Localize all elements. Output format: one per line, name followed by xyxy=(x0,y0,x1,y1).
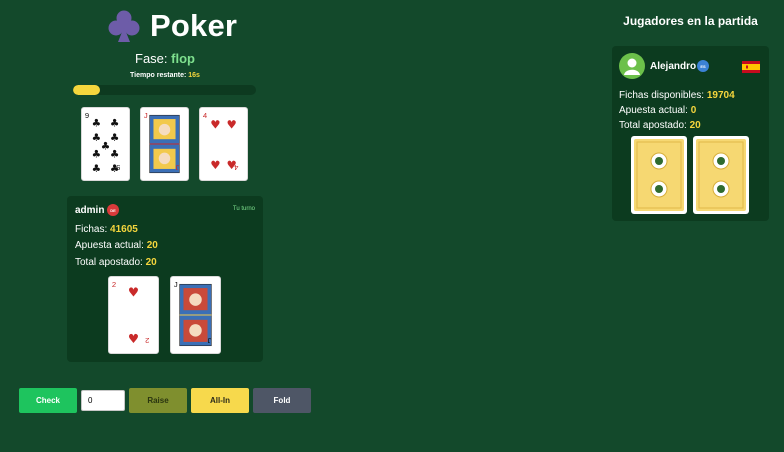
app-logo: Poker xyxy=(108,8,237,44)
svg-text:♣: ♣ xyxy=(110,118,119,130)
opponent-card-back-1 xyxy=(631,136,687,214)
svg-text:♣: ♣ xyxy=(110,148,119,160)
svg-text:♥: ♥ xyxy=(128,285,139,300)
phase-label: Fase: xyxy=(135,51,168,66)
svg-text:2: 2 xyxy=(145,336,149,345)
phase-value: flop xyxy=(171,51,195,66)
opponent-current-bet-value: 0 xyxy=(690,105,697,116)
timer-indicator: Tiempo restante: 16s xyxy=(0,72,330,79)
svg-text:♣: ♣ xyxy=(92,148,101,160)
opponent-current-bet-label: Apuesta actual: xyxy=(619,105,688,116)
phase-indicator: Fase: flop xyxy=(0,51,330,66)
opponent-name: Alejandro xyxy=(650,61,697,72)
player-current-bet-value: 20 xyxy=(146,240,158,251)
opponent-country-badge: ES xyxy=(697,60,709,72)
hand-card-two-hearts: 2 2 ♥ ♥ xyxy=(108,276,159,354)
club-icon xyxy=(108,10,140,42)
player-panel: admin DE Tu turno Fichas: 41605 Apuesta … xyxy=(67,196,263,362)
player-name: admin xyxy=(75,205,105,216)
raise-button[interactable]: Raise xyxy=(129,388,187,413)
svg-text:♥: ♥ xyxy=(210,118,220,132)
two-of-hearts-card: 2 2 ♥ ♥ xyxy=(112,280,149,346)
timer-progress-bar xyxy=(73,85,256,95)
player-chips: Fichas: 41605 xyxy=(75,224,138,235)
player-country-badge: DE xyxy=(107,204,119,216)
svg-text:♣: ♣ xyxy=(92,163,101,175)
allin-button[interactable]: All-In xyxy=(191,388,249,413)
board-card-four-hearts: 4 4 ♥ ♥ ♥ ♥ xyxy=(199,107,248,181)
bet-amount-input[interactable] xyxy=(81,390,125,411)
player-chips-label: Fichas: xyxy=(75,224,108,235)
check-button[interactable]: Check xyxy=(19,388,77,413)
svg-text:♥: ♥ xyxy=(210,158,220,172)
player-total-bet: Total apostado: 20 xyxy=(75,257,157,268)
svg-text:♣: ♣ xyxy=(101,141,110,153)
card-back-pattern xyxy=(634,139,684,211)
card-back-pattern xyxy=(696,139,746,211)
timer-progress-fill xyxy=(73,85,101,95)
app-title: Poker xyxy=(150,8,238,43)
jack-of-clubs-card: J J xyxy=(174,280,212,347)
avatar-icon xyxy=(619,53,645,79)
player-current-bet: Apuesta actual: 20 xyxy=(75,240,158,251)
four-of-hearts-card: 4 4 ♥ ♥ ♥ ♥ xyxy=(203,111,238,172)
player-current-bet-label: Apuesta actual: xyxy=(75,240,144,251)
svg-text:♥: ♥ xyxy=(226,118,236,132)
opponent-panel: Alejandro ES Fichas disponibles: 19704 A… xyxy=(612,46,769,221)
card-back-emblem-icon xyxy=(698,141,744,209)
board-card-nine-clubs: 9 9 ♣ ♣ ♣ ♣ ♣ ♣ ♣ ♣ ♣ xyxy=(81,107,130,181)
fold-button[interactable]: Fold xyxy=(253,388,311,413)
svg-text:J: J xyxy=(175,163,179,172)
opponent-chips-value: 19704 xyxy=(706,90,735,101)
svg-text:♣: ♣ xyxy=(110,163,119,175)
opponent-total-bet-value: 20 xyxy=(689,120,701,131)
opponent-card-back-2 xyxy=(693,136,749,214)
svg-text:4: 4 xyxy=(203,111,208,120)
card-back-emblem-icon xyxy=(636,141,682,209)
player-total-bet-value: 20 xyxy=(145,257,157,268)
spain-flag-icon xyxy=(742,61,760,73)
opponent-chips-label: Fichas disponibles: xyxy=(619,90,705,101)
player-total-bet-label: Total apostado: xyxy=(75,257,143,268)
board-card-jack-diamonds: J J xyxy=(140,107,189,181)
nine-of-clubs-card: 9 9 ♣ ♣ ♣ ♣ ♣ ♣ ♣ ♣ ♣ xyxy=(85,111,120,175)
opponent-total-bet: Total apostado: 20 xyxy=(619,120,701,131)
svg-text:J: J xyxy=(207,336,211,345)
svg-text:9: 9 xyxy=(85,111,89,120)
svg-text:♥: ♥ xyxy=(128,331,139,346)
turn-indicator: Tu turno xyxy=(232,206,255,212)
opponent-total-bet-label: Total apostado: xyxy=(619,120,687,131)
timer-value: 16s xyxy=(188,72,200,79)
svg-text:♣: ♣ xyxy=(92,118,101,130)
svg-text:♣: ♣ xyxy=(110,132,119,144)
svg-text:2: 2 xyxy=(112,280,116,289)
svg-text:♣: ♣ xyxy=(92,132,101,144)
opponent-current-bet: Apuesta actual: 0 xyxy=(619,105,696,116)
svg-text:J: J xyxy=(174,280,178,289)
opponents-title: Jugadores en la partida xyxy=(623,14,758,28)
svg-text:J: J xyxy=(144,111,148,120)
opponent-chips: Fichas disponibles: 19704 xyxy=(619,90,735,101)
svg-text:♥: ♥ xyxy=(226,158,236,172)
jack-of-diamonds-card: J J xyxy=(144,111,180,174)
timer-label: Tiempo restante: xyxy=(130,72,187,79)
hand-card-jack-clubs: J J xyxy=(170,276,221,354)
player-chips-value: 41605 xyxy=(110,224,138,235)
